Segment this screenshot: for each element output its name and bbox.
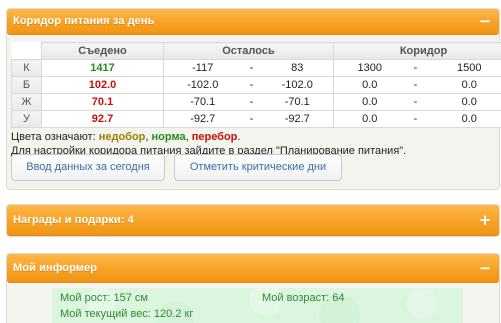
- eaten-value: 70.1: [41, 93, 164, 111]
- legend-over: перебор: [191, 131, 238, 143]
- legend-prefix: Цвета означают:: [11, 131, 99, 143]
- awards-panel-header[interactable]: Награды и подарки: 4 +: [7, 205, 499, 236]
- corridor-table: Съедено Осталось Коридор К 1417 -117 - 8…: [11, 42, 501, 128]
- informer-panel-title: Мой информер: [13, 262, 98, 274]
- corridor-max: 0.0: [425, 93, 501, 111]
- enter-today-data-button[interactable]: Ввод данных за сегодня: [11, 154, 165, 181]
- header-eaten: Съедено: [41, 42, 164, 60]
- table-row: Б 102.0 -102.0 - -102.0 0.0 - 0.0: [11, 76, 501, 94]
- header-corridor: Коридор: [332, 42, 501, 60]
- table-row: У 92.7 -92.7 - -92.7 0.0 - 0.0: [11, 110, 501, 128]
- remaining-min: -70.1: [163, 93, 242, 111]
- corridor-separator: -: [405, 76, 426, 94]
- corridor-min: 0.0: [333, 110, 406, 128]
- color-legend: Цвета означают: недобор, норма, перебор.: [11, 130, 493, 144]
- remaining-max: -92.7: [261, 110, 334, 128]
- remaining-max: -102.0: [261, 76, 334, 94]
- corridor-panel-title: Коридор питания за день: [13, 15, 155, 27]
- legend-suffix: .: [237, 131, 241, 143]
- table-header-row: Съедено Осталось Коридор: [11, 42, 501, 60]
- corridor-max: 1500: [425, 59, 501, 77]
- remaining-separator: -: [241, 76, 262, 94]
- awards-panel-title: Награды и подарки: 4: [13, 214, 134, 226]
- minus-icon[interactable]: −: [477, 13, 493, 29]
- mark-critical-days-button[interactable]: Отметить критические дни: [174, 154, 342, 181]
- corridor-min: 1300: [333, 59, 406, 77]
- remaining-min: -117: [163, 59, 242, 77]
- table-row: К 1417 -117 - 83 1300 - 1500: [11, 59, 501, 77]
- my-age: Мой возраст: 64: [262, 292, 345, 304]
- table-corner: [11, 42, 42, 60]
- corridor-panel-header[interactable]: Коридор питания за день −: [7, 9, 499, 35]
- minus-icon[interactable]: −: [477, 260, 493, 276]
- informer-panel: Мой информер − Мой рост: 157 см Мой возр…: [6, 253, 500, 323]
- corridor-body: Съедено Осталось Коридор К 1417 -117 - 8…: [11, 42, 501, 158]
- eaten-value: 102.0: [41, 76, 164, 94]
- page: Коридор питания за день − Съедено Остало…: [0, 0, 501, 323]
- legend-norm: норма: [151, 131, 186, 143]
- eaten-value: 1417: [41, 59, 164, 77]
- remaining-separator: -: [241, 93, 262, 111]
- row-label: К: [11, 59, 42, 77]
- plus-icon[interactable]: +: [477, 212, 493, 228]
- corridor-min: 0.0: [333, 93, 406, 111]
- eaten-value: 92.7: [41, 110, 164, 128]
- my-height: Мой рост: 157 см: [60, 292, 148, 304]
- remaining-separator: -: [241, 110, 262, 128]
- corridor-separator: -: [405, 59, 426, 77]
- corridor-separator: -: [405, 110, 426, 128]
- corridor-panel: Коридор питания за день − Съедено Остало…: [6, 8, 501, 190]
- row-label: Ж: [11, 93, 42, 111]
- corridor-max: 0.0: [425, 110, 501, 128]
- remaining-max: 83: [261, 59, 334, 77]
- remaining-max: -70.1: [261, 93, 334, 111]
- row-label: У: [11, 110, 42, 128]
- my-weight: Мой текущий вес: 120.2 кг: [60, 308, 194, 320]
- remaining-separator: -: [241, 59, 262, 77]
- informer-panel-header[interactable]: Мой информер −: [7, 254, 499, 283]
- legend-under: недобор: [98, 131, 146, 143]
- awards-panel: Награды и подарки: 4 +: [6, 204, 500, 237]
- informer-card: Мой рост: 157 см Мой возраст: 64 Мой тек…: [52, 288, 463, 323]
- row-label: Б: [11, 76, 42, 94]
- corridor-separator: -: [405, 93, 426, 111]
- remaining-min: -102.0: [163, 76, 242, 94]
- corridor-min: 0.0: [333, 76, 406, 94]
- corridor-max: 0.0: [425, 76, 501, 94]
- table-row: Ж 70.1 -70.1 - -70.1 0.0 - 0.0: [11, 93, 501, 111]
- header-remaining: Осталось: [163, 42, 334, 60]
- remaining-min: -92.7: [163, 110, 242, 128]
